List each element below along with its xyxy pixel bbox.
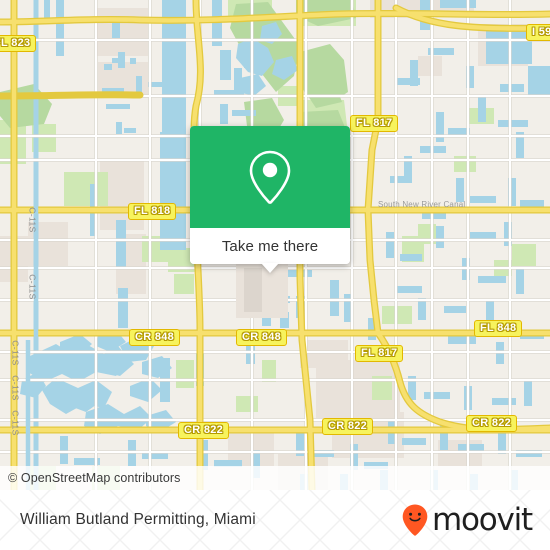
road-label: CR 848 (236, 329, 288, 346)
road-label: CR 822 (178, 422, 230, 439)
map-attribution: © OpenStreetMap contributors (0, 466, 550, 490)
popup-icon-panel (190, 126, 350, 228)
moovit-pin-icon (402, 504, 428, 536)
canal-label: C-11S (10, 410, 21, 436)
road-label: CR 848 (129, 329, 181, 346)
canal-label: C-11S (27, 274, 38, 300)
popup-cta[interactable]: Take me there (190, 228, 350, 273)
attribution-text: © OpenStreetMap contributors (8, 471, 181, 485)
road-label: I 595 (526, 24, 550, 41)
canal-label: C-11S (10, 375, 21, 401)
destination-popup-card[interactable]: Take me there (190, 126, 350, 273)
moovit-brand[interactable]: moovit (402, 501, 533, 538)
place-title: William Butland Permitting, Miami (20, 511, 256, 528)
popup-cta-label: Take me there (221, 237, 319, 255)
canal-name-label: South New River Canal (378, 200, 466, 209)
road-label: FL 848 (474, 320, 523, 337)
road-label: CR 822 (322, 418, 374, 435)
road-label: CR 822 (466, 415, 518, 432)
map-pin-icon (249, 150, 291, 204)
canal-label: C-11S (10, 340, 21, 366)
footer-bar: William Butland Permitting, Miami moovit (0, 490, 550, 550)
map-screenshot: FL 823 I 595 FL 817 FL 818 CR 848 CR 848 FL 84… (0, 0, 550, 550)
road-label: FL 823 (0, 35, 37, 52)
road-label: FL 817 (350, 115, 399, 132)
road-label: FL 817 (355, 345, 404, 362)
road-label: FL 818 (128, 203, 177, 220)
moovit-wordmark: moovit (431, 501, 533, 538)
canal-label: C-11S (27, 207, 38, 233)
popup-tail (261, 263, 279, 273)
